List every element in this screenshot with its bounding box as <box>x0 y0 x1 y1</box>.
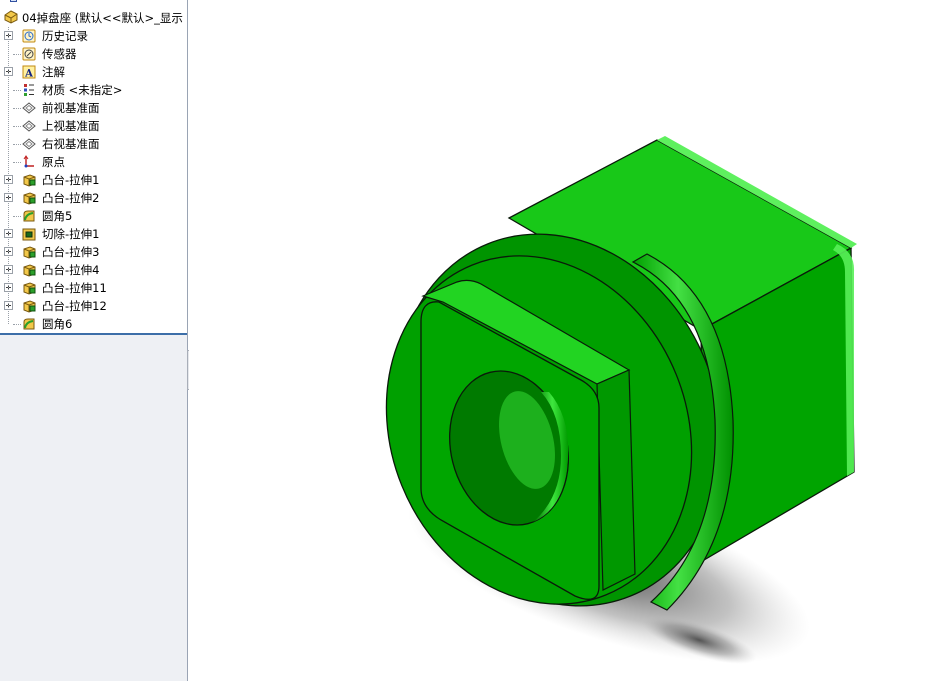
tree-connector <box>13 216 21 217</box>
boss-extrude-icon <box>23 246 36 259</box>
tree-item-label: 凸台-拉伸11 <box>42 281 107 295</box>
tree-item-label: 右视基准面 <box>42 137 100 151</box>
tree-item-label: 凸台-拉伸3 <box>42 245 100 259</box>
boss-extrude-icon <box>23 300 36 313</box>
boss-extrude-icon <box>23 282 36 295</box>
tree-item[interactable]: 前视基准面 <box>0 99 187 117</box>
boss-extrude-icon <box>23 264 36 277</box>
tree-item[interactable]: 圆角5 <box>0 207 187 225</box>
plane-icon <box>22 102 36 114</box>
part-3d-model[interactable] <box>189 0 949 681</box>
tree-item[interactable]: 凸台-拉伸2 <box>0 189 187 207</box>
part-icon <box>4 10 18 24</box>
tree-item[interactable]: 凸台-拉伸4 <box>0 261 187 279</box>
panel-divider <box>0 333 187 335</box>
svg-text:A: A <box>24 69 33 80</box>
tree-item-label: 历史记录 <box>42 29 88 43</box>
tree-connector <box>13 144 21 145</box>
tree-item-label: 切除-拉伸1 <box>42 227 100 241</box>
annotation-icon: A <box>22 65 36 80</box>
origin-icon <box>23 155 34 168</box>
partial-toolbar-icon <box>10 0 17 2</box>
tree-item-label: 凸台-拉伸12 <box>42 299 107 313</box>
tree-item[interactable]: 凸台-拉伸3 <box>0 243 187 261</box>
fillet-icon <box>23 210 35 222</box>
tree-root-label: 04掉盘座 (默认<<默认>_显示 <box>22 11 183 25</box>
tree-item-label: 凸台-拉伸2 <box>42 191 100 205</box>
cut-extrude-icon <box>22 228 36 241</box>
tree-guide-line <box>8 27 9 324</box>
tree-connector <box>13 90 21 91</box>
plane-icon <box>22 120 36 132</box>
tree-item[interactable]: 历史记录 <box>0 27 187 45</box>
tree-item-label: 凸台-拉伸4 <box>42 263 100 277</box>
tree-item-label: 材质 <未指定> <box>42 83 123 97</box>
tree-item-label: 凸台-拉伸1 <box>42 173 100 187</box>
tree-connector <box>13 54 21 55</box>
boss-extrude-icon <box>23 192 36 205</box>
square-boss-right <box>596 369 636 591</box>
tree-item[interactable]: 凸台-拉伸12 <box>0 297 187 315</box>
tree-item[interactable]: 凸台-拉伸11 <box>0 279 187 297</box>
tree-item-label: 传感器 <box>42 47 77 61</box>
tree-connector <box>13 162 21 163</box>
boss-extrude-icon <box>23 174 36 187</box>
sensor-icon <box>22 47 36 61</box>
tree-item[interactable]: 右视基准面 <box>0 135 187 153</box>
tree-item-label: 原点 <box>42 155 65 169</box>
tree-item-label: 圆角6 <box>42 317 73 331</box>
tree-item-label: 注解 <box>42 65 65 79</box>
tree-item[interactable]: 切除-拉伸1 <box>0 225 187 243</box>
fillet-icon <box>23 318 35 330</box>
tree-item[interactable]: 材质 <未指定> <box>0 81 187 99</box>
tree-item-label: 圆角5 <box>42 209 73 223</box>
tree-item[interactable]: 原点 <box>0 153 187 171</box>
tree-item-label: 前视基准面 <box>42 101 100 115</box>
tree-item[interactable]: 上视基准面 <box>0 117 187 135</box>
plane-icon <box>22 138 36 150</box>
history-icon <box>22 29 36 43</box>
feature-manager-panel: 04掉盘座 (默认<<默认>_显示 历史记录传感器 A 注解材质 <未指定> 前视基准… <box>0 0 188 681</box>
tree-root-part[interactable]: 04掉盘座 (默认<<默认>_显示 <box>0 9 187 27</box>
tree-item[interactable]: 圆角6 <box>0 315 187 333</box>
material-icon <box>24 84 34 96</box>
graphics-viewport[interactable] <box>189 0 949 681</box>
tree-connector <box>13 108 21 109</box>
tree-connector <box>13 324 21 325</box>
tree-item[interactable]: 传感器 <box>0 45 187 63</box>
tree-item-label: 上视基准面 <box>42 119 100 133</box>
tree-item[interactable]: A 注解 <box>0 63 187 81</box>
feature-tree: 04掉盘座 (默认<<默认>_显示 历史记录传感器 A 注解材质 <未指定> 前视基准… <box>0 0 187 334</box>
tree-item[interactable]: 凸台-拉伸1 <box>0 171 187 189</box>
tree-connector <box>13 126 21 127</box>
